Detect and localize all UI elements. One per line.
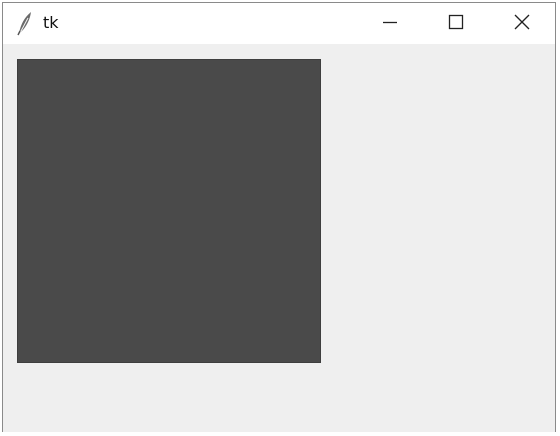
feather-icon [15,10,35,36]
canvas[interactable] [17,59,321,363]
close-icon [514,14,530,34]
window-content [3,44,555,432]
title-bar[interactable]: tk [3,3,555,44]
maximize-button[interactable] [433,3,479,44]
close-button[interactable] [499,3,545,44]
minimize-button[interactable] [367,3,413,44]
maximize-icon [448,14,464,34]
minimize-icon [382,14,398,34]
window-title: tk [43,13,59,32]
app-window: tk [2,2,556,432]
